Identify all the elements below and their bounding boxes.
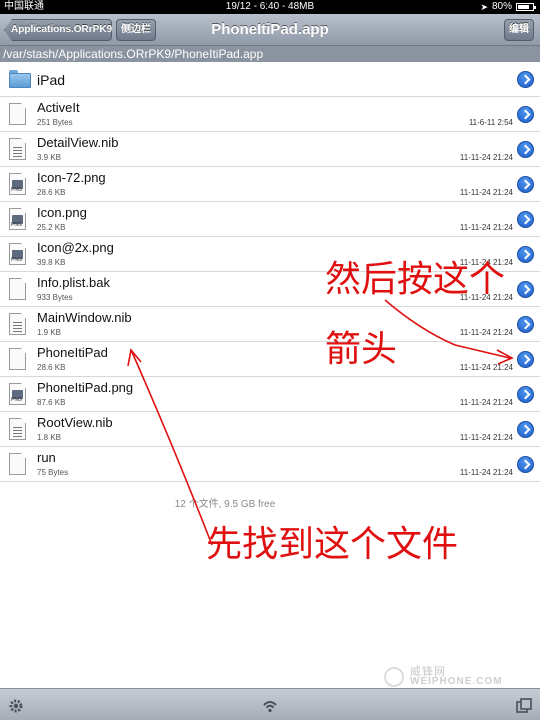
annotation-then-press: 然后按这个: [325, 259, 506, 300]
windows-icon[interactable]: [516, 698, 532, 714]
bottom-toolbar: [0, 688, 540, 720]
wifi-icon[interactable]: [262, 698, 278, 714]
annotation-arrows: [127, 299, 514, 546]
watermark-subtext: WEIPHONE.COM: [410, 676, 503, 687]
arrow-to-disclosure: [384, 299, 511, 359]
arrow-to-file: [131, 351, 213, 546]
gear-icon[interactable]: [8, 698, 24, 714]
annotation-find-file: 先找到这个文件: [206, 524, 459, 565]
annotation-arrow: 箭头: [325, 329, 398, 370]
